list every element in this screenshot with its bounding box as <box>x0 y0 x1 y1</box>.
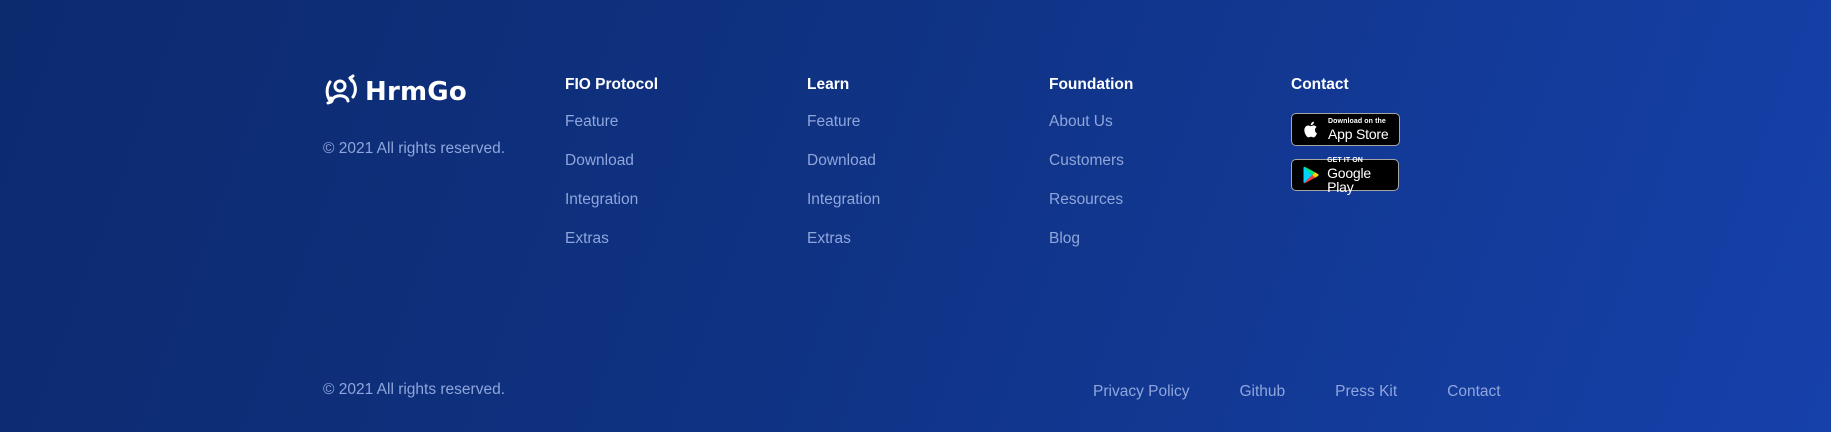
badge-small-text: GET IT ON <box>1327 156 1363 164</box>
footer-link-download[interactable]: Download <box>565 152 634 169</box>
footer-link-customers[interactable]: Customers <box>1049 152 1124 169</box>
footer-link-integration[interactable]: Integration <box>807 191 880 208</box>
badge-small-text: Download on the <box>1328 118 1386 125</box>
column-title: FIO Protocol <box>565 76 658 93</box>
column-title: Learn <box>807 76 850 93</box>
badge-big-text: App Store <box>1328 126 1389 142</box>
footer-bottom-copyright: © 2021 All rights reserved. <box>323 381 506 398</box>
people-sync-icon <box>323 72 361 113</box>
contact-link[interactable]: Contact <box>1447 383 1500 400</box>
column-learn: Learn Feature Download Integration Extra… <box>807 72 1049 269</box>
github-link[interactable]: Github <box>1239 383 1285 400</box>
column-title: Foundation <box>1049 76 1134 93</box>
footer-link-integration[interactable]: Integration <box>565 191 638 208</box>
app-store-text: Download on the App Store <box>1328 118 1389 142</box>
brand-column: HrmGo © 2021 All rights reserved. <box>323 72 565 269</box>
google-play-badge[interactable]: GET IT ON Google Play <box>1291 157 1399 194</box>
column-fio-protocol: FIO Protocol Feature Download Integratio… <box>565 72 807 269</box>
press-kit-link[interactable]: Press Kit <box>1335 383 1397 400</box>
link-list: Feature Download Integration Extras <box>565 113 807 269</box>
link-list: Feature Download Integration Extras <box>807 113 1049 269</box>
badge-big-text: Google Play <box>1327 164 1372 195</box>
footer-link-download[interactable]: Download <box>807 152 876 169</box>
footer-top: HrmGo © 2021 All rights reserved. FIO Pr… <box>323 72 1491 269</box>
brand-name: HrmGo <box>365 77 467 107</box>
footer-link-about-us[interactable]: About Us <box>1049 113 1113 130</box>
apple-icon <box>1300 119 1322 141</box>
footer-link-resources[interactable]: Resources <box>1049 191 1123 208</box>
footer-link-feature[interactable]: Feature <box>807 113 860 130</box>
google-play-icon <box>1300 164 1321 186</box>
footer-link-extras[interactable]: Extras <box>565 230 609 247</box>
legal-links: Privacy Policy Github Press Kit Contact <box>1093 383 1501 401</box>
app-store-badge[interactable]: Download on the App Store <box>1291 113 1400 146</box>
logo[interactable]: HrmGo <box>323 72 565 112</box>
footer-link-blog[interactable]: Blog <box>1049 230 1080 247</box>
footer-link-extras[interactable]: Extras <box>807 230 851 247</box>
column-title: Contact <box>1291 76 1349 93</box>
column-foundation: Foundation About Us Customers Resources … <box>1049 72 1291 269</box>
google-play-text: GET IT ON Google Play <box>1327 157 1398 194</box>
column-contact: Contact Download on the App Store GET IT… <box>1291 72 1491 269</box>
footer-link-feature[interactable]: Feature <box>565 113 618 130</box>
brand-copyright: © 2021 All rights reserved. <box>323 140 506 157</box>
privacy-policy-link[interactable]: Privacy Policy <box>1093 383 1189 400</box>
link-list: About Us Customers Resources Blog <box>1049 113 1291 269</box>
